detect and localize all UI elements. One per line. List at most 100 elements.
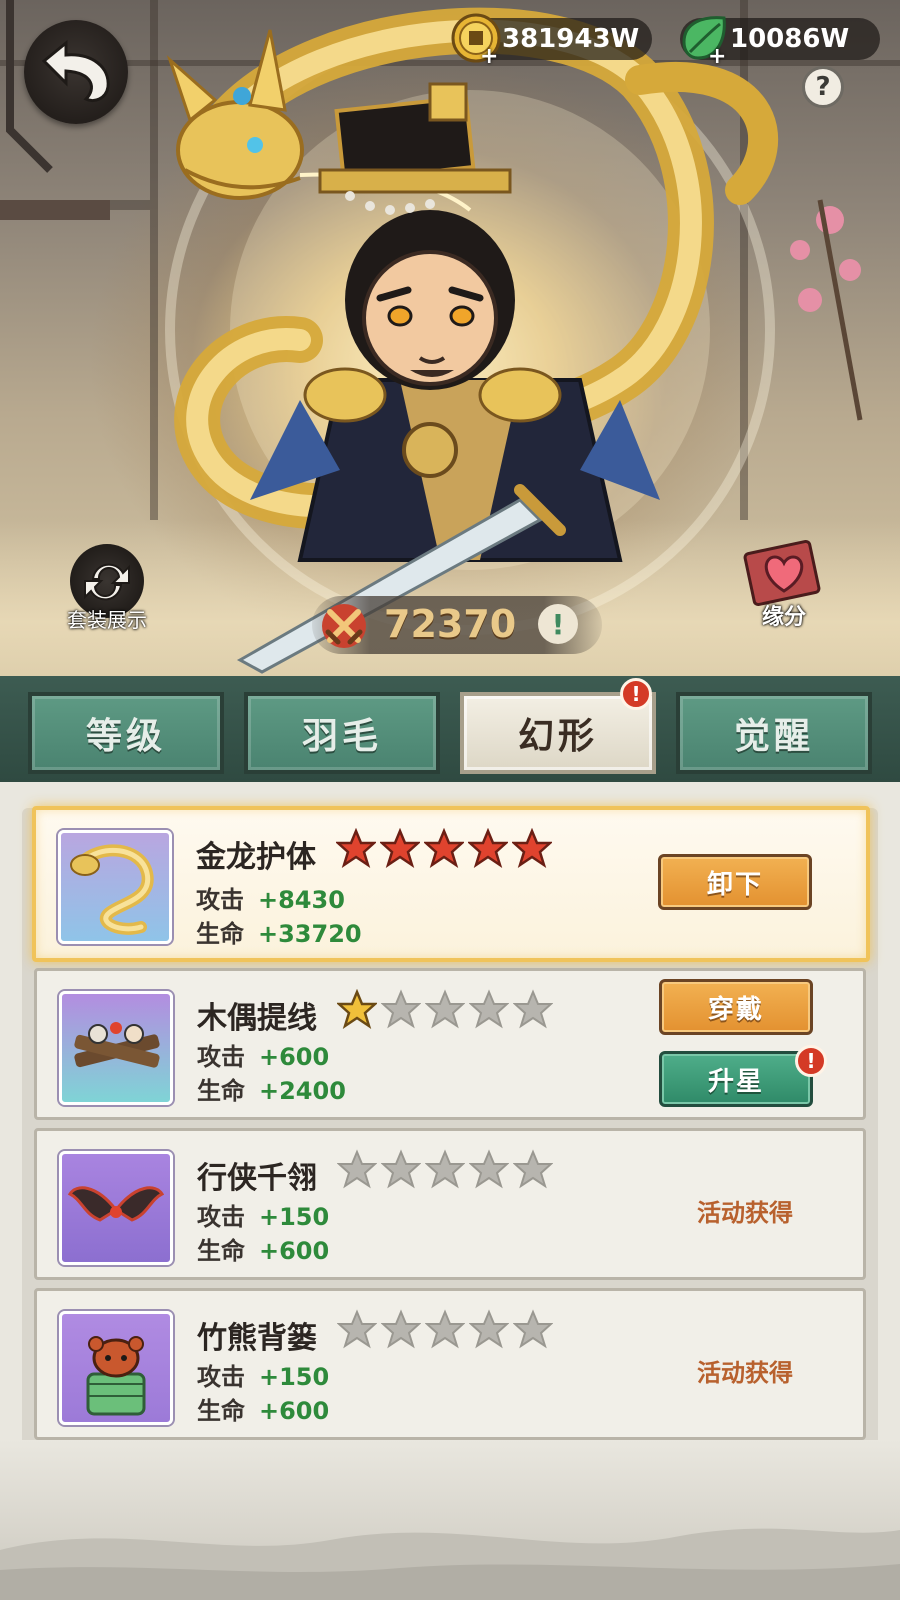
star-empty-icon xyxy=(469,1309,509,1349)
attack-stat: 攻击 +8430 xyxy=(196,880,345,915)
stat-label: 生命 xyxy=(197,1077,245,1105)
list-item[interactable]: 竹熊背篓 攻击 +150 生命 +600 活动获得 xyxy=(34,1288,866,1440)
star-filled-icon xyxy=(336,828,376,868)
list-item[interactable]: 木偶提线 攻击 +600 生命 +2400 穿戴 升星 ! xyxy=(34,968,866,1120)
coin-amount: 381943W xyxy=(502,24,640,54)
tab-bar: 等级 羽毛 幻形 ! 觉醒 xyxy=(0,676,900,782)
stat-value: +600 xyxy=(259,1043,330,1071)
power-info-button[interactable]: ! xyxy=(538,604,578,644)
tab-awaken[interactable]: 觉醒 xyxy=(676,692,872,774)
hp-stat: 生命 +600 xyxy=(197,1231,329,1266)
star-up-button[interactable]: 升星 xyxy=(659,1051,813,1107)
help-button[interactable]: ? xyxy=(802,66,844,108)
item-name: 行侠千翎 xyxy=(197,1161,317,1196)
ink-landscape-background xyxy=(0,1440,900,1600)
star-up-badge: ! xyxy=(795,1045,827,1077)
back-button[interactable] xyxy=(24,20,128,124)
attack-stat: 攻击 +150 xyxy=(197,1357,329,1392)
outfit-display-button[interactable]: 套装展示 xyxy=(52,540,162,636)
star-empty-icon xyxy=(381,1149,421,1189)
stat-value: +600 xyxy=(259,1397,330,1425)
item-name: 金龙护体 xyxy=(196,840,316,875)
back-arrow-icon xyxy=(41,39,110,102)
stat-label: 攻击 xyxy=(197,1043,245,1071)
star-empty-icon xyxy=(381,989,421,1029)
button-label: 升星 xyxy=(707,1066,764,1097)
list-item[interactable]: 金龙护体 攻击 +8430 生命 +33720 卸下 xyxy=(32,806,870,962)
obtain-source-text: 活动获得 xyxy=(697,1199,793,1227)
star-empty-icon xyxy=(469,1149,509,1189)
star-filled-icon xyxy=(337,989,377,1029)
button-label: 穿戴 xyxy=(707,994,764,1025)
crossed-swords-icon xyxy=(322,604,366,648)
panda-basket-thumbnail xyxy=(59,1311,173,1425)
tab-label: 羽毛 xyxy=(301,716,382,757)
star-empty-icon xyxy=(381,1309,421,1349)
tab-feather[interactable]: 羽毛 xyxy=(244,692,440,774)
equip-button[interactable]: 穿戴 xyxy=(659,979,813,1035)
star-empty-icon xyxy=(425,1149,465,1189)
fate-label: 缘分 xyxy=(761,605,806,630)
star-filled-icon xyxy=(468,828,508,868)
star-empty-icon xyxy=(425,989,465,1029)
golden-dragon-thumbnail xyxy=(58,830,172,944)
star-filled-icon xyxy=(512,828,552,868)
dragon-icon xyxy=(70,844,154,935)
star-rating xyxy=(337,1149,553,1189)
wings-icon xyxy=(67,1186,165,1222)
stat-value: +600 xyxy=(259,1237,330,1265)
stat-value: +2400 xyxy=(259,1077,346,1105)
star-rating xyxy=(336,828,552,868)
attack-stat: 攻击 +150 xyxy=(197,1197,329,1232)
fate-button[interactable]: 缘分 xyxy=(734,536,834,632)
add-leaf-icon[interactable]: + xyxy=(708,44,726,69)
refresh-icon xyxy=(84,563,130,600)
combat-power-bar: 72370 ! xyxy=(312,596,602,654)
combat-power-value: 72370 xyxy=(384,602,517,646)
hero-showcase: + 381943W + 10086W ? 套装展示 缘分 72370 ! xyxy=(0,0,900,690)
tab-label: 等级 xyxy=(85,716,166,757)
red-panda-basket-icon xyxy=(86,1336,146,1416)
stat-value: +150 xyxy=(259,1363,330,1391)
hp-stat: 生命 +600 xyxy=(197,1391,329,1426)
leaf-amount: 10086W xyxy=(730,24,850,54)
star-empty-icon xyxy=(425,1309,465,1349)
info-icon: ! xyxy=(551,607,565,641)
attack-stat: 攻击 +600 xyxy=(197,1037,329,1072)
hp-stat: 生命 +2400 xyxy=(197,1071,346,1106)
list-item[interactable]: 行侠千翎 攻击 +150 生命 +600 活动获得 xyxy=(34,1128,866,1280)
star-empty-icon xyxy=(337,1149,377,1189)
star-rating xyxy=(337,989,553,1029)
star-rating xyxy=(337,1309,553,1349)
star-empty-icon xyxy=(513,1149,553,1189)
help-icon: ? xyxy=(815,72,831,102)
obtain-source-text: 活动获得 xyxy=(697,1359,793,1387)
stat-label: 生命 xyxy=(196,920,244,948)
tab-transform-badge: ! xyxy=(620,678,652,710)
tab-label: 幻形 xyxy=(517,716,598,757)
outfit-display-label: 套装展示 xyxy=(67,607,147,632)
stat-label: 生命 xyxy=(197,1397,245,1425)
stat-label: 攻击 xyxy=(197,1203,245,1231)
currency-leaf[interactable]: + 10086W xyxy=(680,16,880,69)
star-filled-icon xyxy=(424,828,464,868)
star-empty-icon xyxy=(469,989,509,1029)
unequip-button[interactable]: 卸下 xyxy=(658,854,812,910)
stat-label: 攻击 xyxy=(196,886,244,914)
mountain-silhouette xyxy=(0,1528,900,1600)
hp-stat: 生命 +33720 xyxy=(196,914,362,949)
button-label: 卸下 xyxy=(706,869,763,900)
stat-label: 生命 xyxy=(197,1237,245,1265)
item-name: 木偶提线 xyxy=(197,1001,317,1036)
stat-value: +8430 xyxy=(258,886,345,914)
badge-text: ! xyxy=(806,1049,816,1073)
add-coin-icon[interactable]: + xyxy=(480,44,498,69)
badge-text: ! xyxy=(631,682,641,706)
stat-value: +150 xyxy=(259,1203,330,1231)
transform-list[interactable]: 金龙护体 攻击 +8430 生命 +33720 卸下 木偶提线 攻击 +600 … xyxy=(22,806,878,1456)
thousand-feathers-thumbnail xyxy=(59,1151,173,1265)
tab-level[interactable]: 等级 xyxy=(28,692,224,774)
tab-label: 觉醒 xyxy=(733,716,814,757)
currency-coin[interactable]: + 381943W xyxy=(451,13,652,69)
stat-label: 攻击 xyxy=(197,1363,245,1391)
